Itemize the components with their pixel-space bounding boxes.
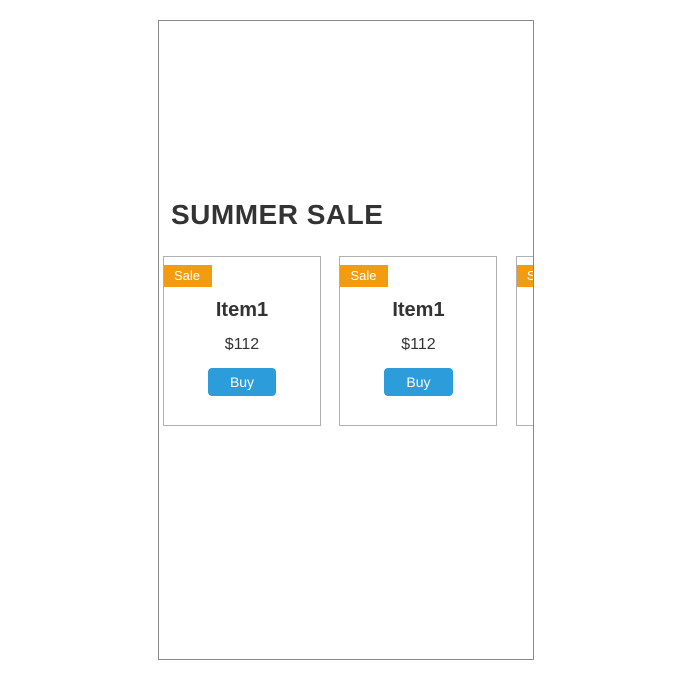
product-price: $112	[164, 336, 320, 354]
sale-badge: Sale	[517, 265, 534, 287]
sale-badge: Sale	[340, 265, 388, 287]
product-title: Item1	[340, 299, 496, 322]
product-title: Item1	[517, 299, 534, 322]
product-card-row: Sale Item1 $112 Buy Sale Item1 $112 Buy …	[163, 256, 534, 426]
buy-button[interactable]: Buy	[384, 368, 452, 396]
product-price: $112	[340, 336, 496, 354]
app-viewport: SUMMER SALE Sale Item1 $112 Buy Sale Ite…	[158, 20, 534, 660]
product-card: Sale Item1 $112 Buy	[163, 256, 321, 426]
buy-button[interactable]: Buy	[208, 368, 276, 396]
product-card: Sale Item1 $112 Buy	[516, 256, 534, 426]
section-title: SUMMER SALE	[171, 199, 383, 231]
product-price: $112	[517, 336, 534, 354]
product-title: Item1	[164, 299, 320, 322]
product-card: Sale Item1 $112 Buy	[339, 256, 497, 426]
sale-badge: Sale	[164, 265, 212, 287]
